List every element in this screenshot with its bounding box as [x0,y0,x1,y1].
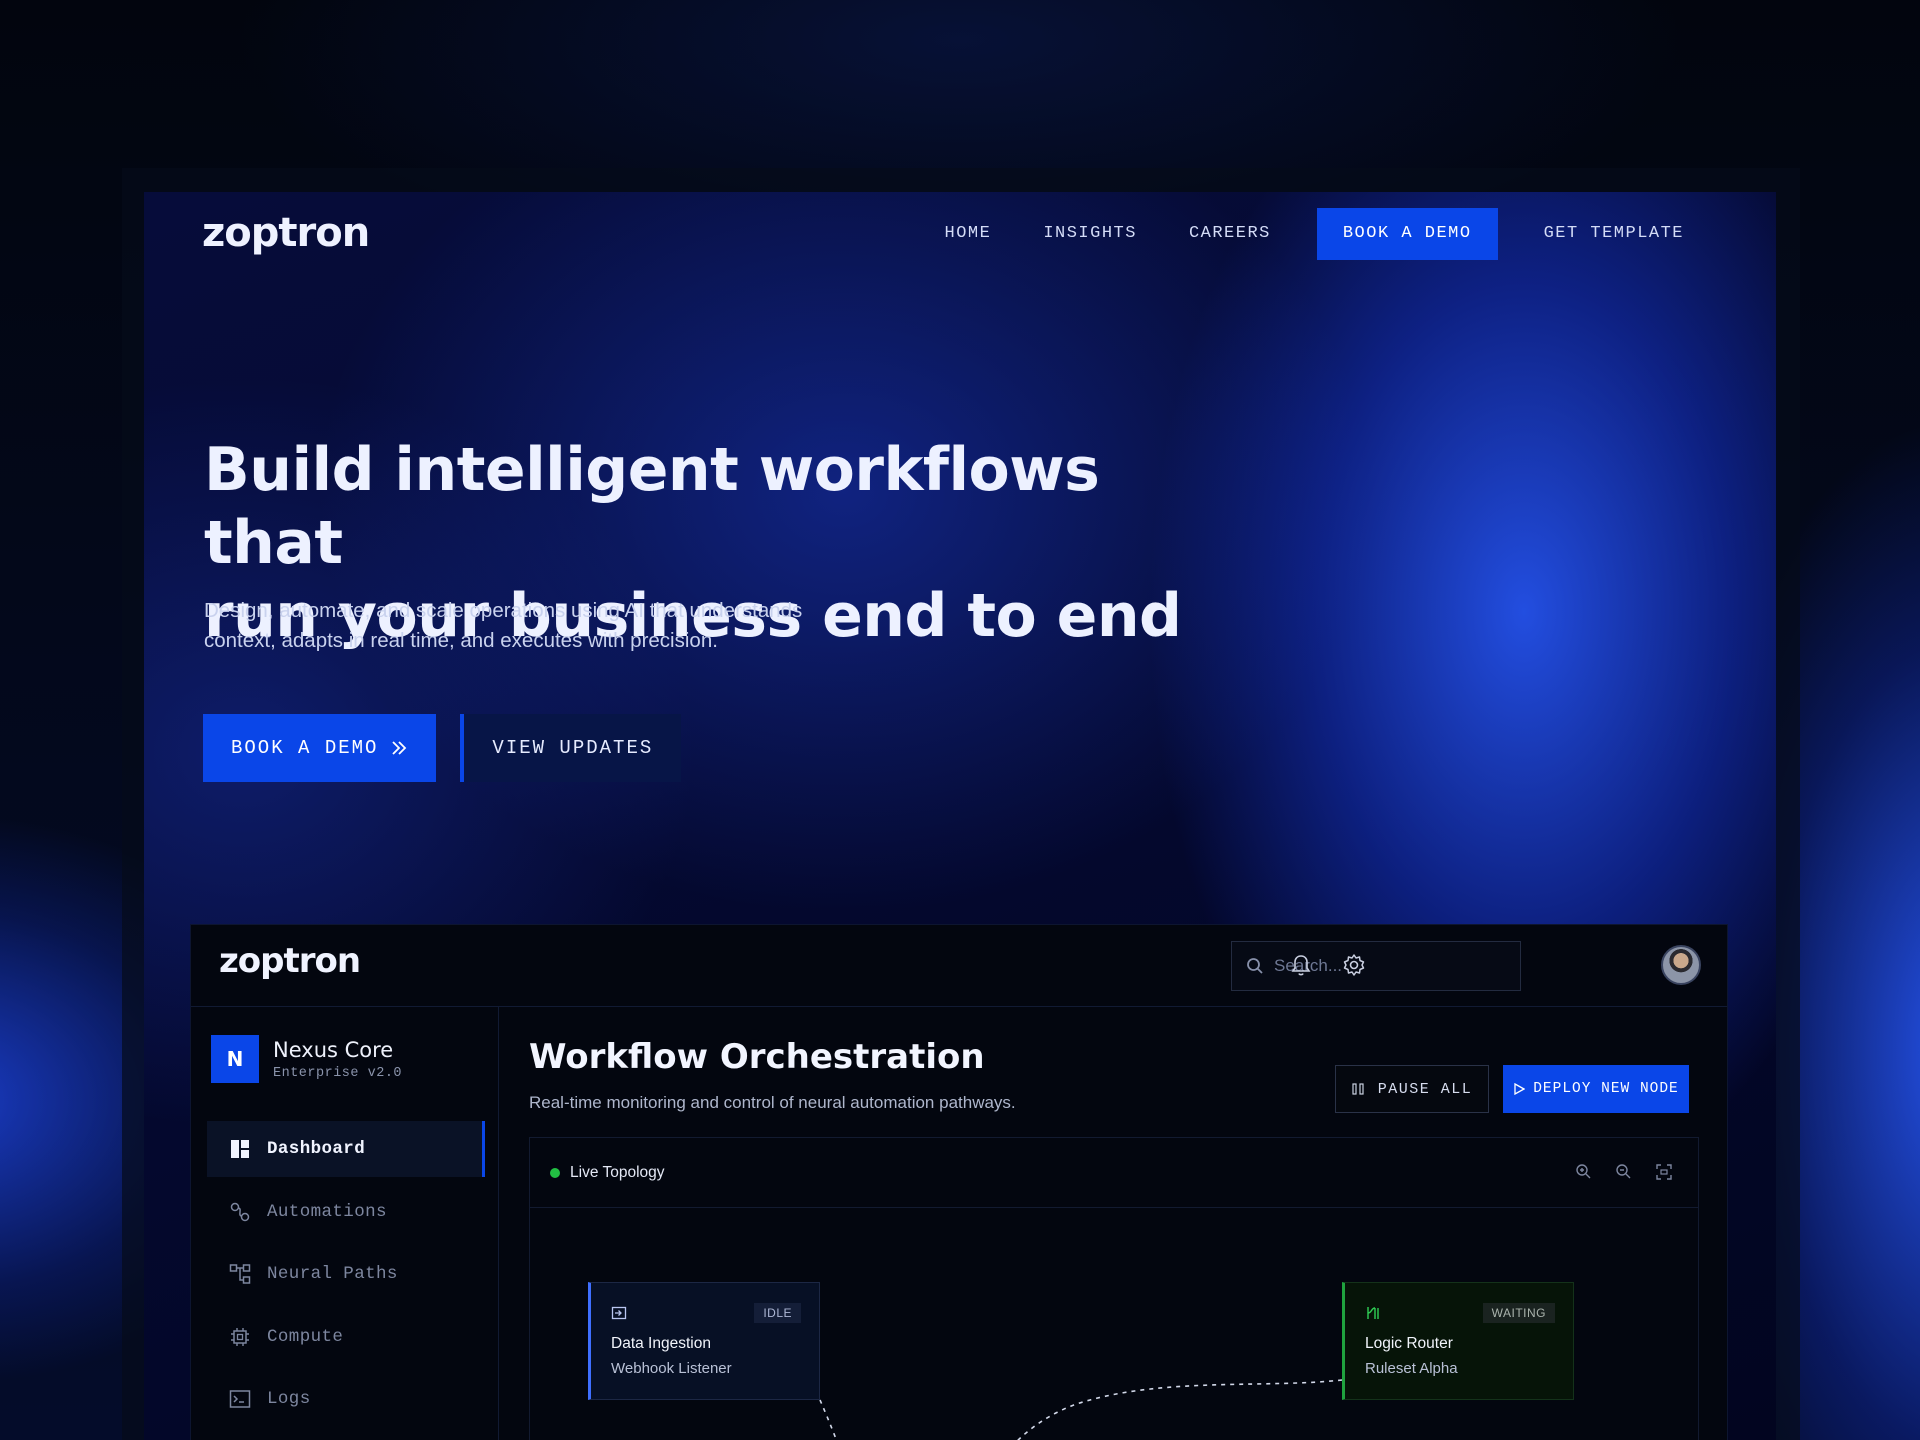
sidebar-menu: Dashboard Automations Neural Paths Compu… [207,1121,485,1434]
cpu-icon [231,1327,249,1346]
sidebar-item-logs[interactable]: Logs [207,1371,485,1427]
workspace-version: Enterprise v2.0 [273,1065,403,1081]
book-demo-button[interactable]: BOOK A DEMO [203,714,437,782]
double-chevron-right-icon [392,741,407,755]
nav-home[interactable]: HOME [919,208,1018,260]
terminal-icon [229,1390,251,1408]
node-title: Logic Router [1365,1335,1453,1352]
hero-subtitle-line-1: Design, automate, and scale operations u… [204,599,803,622]
workspace-switcher[interactable]: N Nexus Core Enterprise v2.0 [211,1035,402,1083]
app-logo[interactable]: zoptron [219,941,361,981]
sidebar-item-dashboard[interactable]: Dashboard [207,1121,485,1177]
sidebar-item-label: Neural Paths [267,1264,398,1284]
pause-all-button[interactable]: PAUSE ALL [1335,1065,1489,1113]
page-title: Workflow Orchestration [529,1037,985,1077]
workspace-badge: N [211,1035,259,1083]
view-updates-button[interactable]: VIEW UPDATES [460,714,682,782]
nav-get-template[interactable]: GET TEMPLATE [1518,208,1710,260]
main-content: Workflow Orchestration Real-time monitor… [499,1007,1727,1440]
user-avatar[interactable] [1661,945,1701,985]
nav-insights[interactable]: INSIGHTS [1017,208,1163,260]
deploy-new-node-button[interactable]: DEPLOY NEW NODE [1503,1065,1689,1113]
website-preview: zoptron HOME INSIGHTS CAREERS BOOK A DEM… [144,192,1776,1440]
dashboard-icon [231,1140,249,1158]
sidebar-item-label: Compute [267,1326,344,1347]
neural-paths-icon [229,1264,251,1284]
top-nav: zoptron HOME INSIGHTS CAREERS BOOK A DEM… [144,192,1776,282]
app-header: zoptron [191,925,1727,1007]
bell-icon[interactable] [1288,952,1314,978]
pause-icon [1352,1083,1364,1095]
hero-subtitle: Design, automate, and scale operations u… [204,596,884,656]
page-subtitle: Real-time monitoring and control of neur… [529,1093,1016,1112]
pause-all-label: PAUSE ALL [1377,1080,1473,1098]
play-icon [1514,1083,1526,1095]
book-demo-label: BOOK A DEMO [231,737,379,759]
sidebar: N Nexus Core Enterprise v2.0 Dashboard A… [191,1007,499,1440]
sidebar-item-label: Automations [267,1201,387,1222]
hero-subtitle-line-2: context, adapts in real time, and execut… [204,629,718,652]
nav-book-demo-button[interactable]: BOOK A DEMO [1316,208,1498,260]
automations-icon [230,1202,250,1221]
nav-links: HOME INSIGHTS CAREERS BOOK A DEMO GET TE… [919,208,1711,260]
node-status-badge: WAITING [1482,1303,1555,1323]
node-status-badge: IDLE [754,1303,801,1323]
router-icon [1367,1307,1379,1319]
node-data-ingestion[interactable]: IDLE Data Ingestion Webhook Listener [588,1282,820,1400]
live-topology-panel: Live Topology IDLE Data Ingestion Webhoo… [529,1137,1699,1440]
input-icon [611,1306,627,1320]
gear-icon[interactable] [1341,952,1367,978]
node-logic-router[interactable]: WAITING Logic Router Ruleset Alpha [1342,1282,1574,1400]
workspace-name: Nexus Core [273,1037,394,1062]
nav-careers[interactable]: CAREERS [1163,208,1297,260]
search-icon [1247,958,1263,974]
app-window: zoptron N Nexus Core [190,924,1728,1440]
sidebar-item-compute[interactable]: Compute [207,1309,485,1365]
sidebar-item-automations[interactable]: Automations [207,1184,485,1240]
hero-buttons: BOOK A DEMO VIEW UPDATES [203,714,682,782]
sidebar-item-label: Dashboard [267,1139,366,1159]
search-box[interactable] [1231,941,1521,991]
node-subtitle: Webhook Listener [611,1360,732,1377]
sidebar-item-label: Logs [267,1389,311,1409]
node-title: Data Ingestion [611,1335,711,1352]
hero-title-line-1: Build intelligent workflows that [204,435,1100,578]
site-logo[interactable]: zoptron [202,210,370,256]
deploy-new-node-label: DEPLOY NEW NODE [1533,1081,1679,1097]
node-subtitle: Ruleset Alpha [1365,1360,1458,1377]
sidebar-item-neural-paths[interactable]: Neural Paths [207,1246,485,1302]
